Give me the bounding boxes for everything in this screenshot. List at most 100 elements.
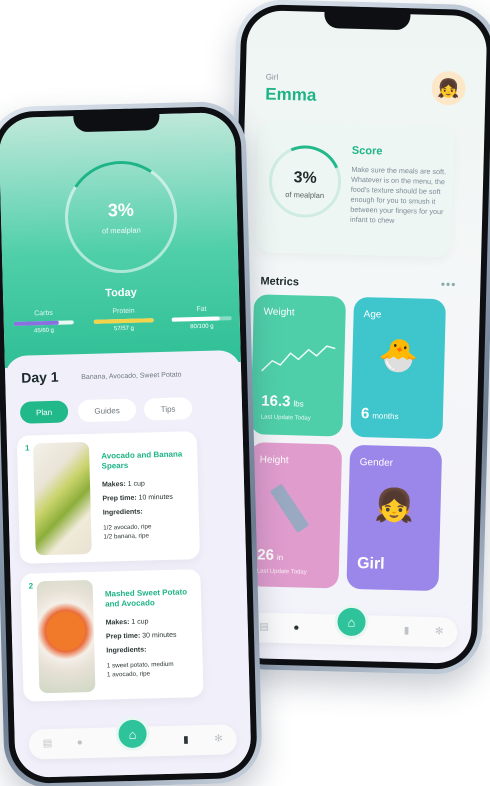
weight-update-prefix: Last Update	[260, 414, 294, 422]
home-icon[interactable]: ⌂	[334, 604, 369, 640]
weight-update-value: Today	[294, 415, 311, 422]
back-screen: Girl Emma 👧 3% of mealplan Score Make su…	[230, 9, 488, 665]
height-tile[interactable]: Height 26 in Last Update Today	[246, 442, 343, 589]
makes-row: Makes: 1 cup	[102, 480, 145, 488]
tab-guides[interactable]: Guides	[77, 398, 137, 423]
person-icon[interactable]: ●	[77, 737, 83, 748]
carbs-bar	[13, 320, 74, 326]
girl-face-icon[interactable]: 👧	[431, 70, 466, 106]
mealplan-ring: 3% of mealplan	[54, 150, 188, 284]
prep-row: Prep time: 30 minutes	[106, 632, 177, 641]
book-icon[interactable]: ▮	[404, 625, 410, 636]
user-type-label: Girl	[265, 72, 279, 82]
bottom-nav: ▤ ● ⌂ ▮ ✻	[244, 604, 458, 648]
age-tile[interactable]: Age 🐣 6 months	[350, 296, 447, 440]
user-name: Emma	[265, 84, 317, 105]
weight-unit: lbs	[293, 399, 304, 409]
fat-macro: Fat 80/100 g	[169, 305, 234, 331]
meal-card-2[interactable]: 2 Mashed Sweet Potato and Avocado Makes:…	[20, 569, 204, 702]
gender-tile[interactable]: Gender 👧 Girl	[346, 444, 443, 592]
gender-value: Girl	[356, 555, 385, 573]
makes-value: 1 cup	[127, 480, 145, 488]
tab-plan[interactable]: Plan	[19, 400, 69, 424]
chart-icon[interactable]: ▤	[259, 621, 269, 632]
front-screen: 3% of mealplan Today Carbs 45/60 g Prote…	[0, 112, 252, 778]
ingredients-heading: Ingredients:	[102, 508, 143, 517]
prep-value: 10 minutes	[138, 493, 173, 502]
prep-label: Prep time:	[105, 632, 141, 641]
meal-card-1[interactable]: 1 Avocado and Banana Spears Makes: 1 cup…	[16, 431, 201, 564]
more-options-icon[interactable]: •••	[441, 277, 457, 291]
girl-face-icon: 👧	[374, 486, 415, 524]
prep-value: 30 minutes	[142, 631, 177, 640]
carbs-value: 45/60 g	[33, 327, 55, 335]
person-icon[interactable]: ●	[293, 622, 299, 633]
book-icon[interactable]: ▮	[183, 734, 189, 745]
fat-value: 80/100 g	[190, 323, 214, 331]
today-label: Today	[105, 286, 137, 300]
back-phone: Girl Emma 👧 3% of mealplan Score Make su…	[219, 0, 490, 676]
gender-label: Gender	[359, 457, 394, 469]
protein-bar	[93, 318, 154, 324]
fat-bar-fill	[171, 316, 220, 322]
ingredients-heading: Ingredients:	[106, 646, 147, 655]
gear-icon[interactable]: ✻	[435, 626, 444, 637]
avocado-banana-photo	[32, 441, 92, 556]
score-title: Score	[351, 144, 383, 158]
bottom-nav: ▤ ● ⌂ ▮ ✻	[28, 716, 238, 760]
front-phone: 3% of mealplan Today Carbs 45/60 g Prote…	[0, 100, 263, 786]
chart-icon[interactable]: ▤	[43, 738, 53, 749]
meal-number: 1	[24, 443, 30, 453]
weight-updated: Last Update Today	[261, 414, 311, 421]
prep-label: Prep time:	[102, 494, 137, 503]
ingredient-item: 1/2 banana, ripe	[103, 532, 149, 541]
home-icon[interactable]: ⌂	[115, 716, 151, 752]
height-updated: Last Update Today	[257, 568, 307, 575]
gear-icon[interactable]: ✻	[214, 734, 223, 745]
carbs-macro: Carbs 45/60 g	[11, 309, 76, 335]
prep-row: Prep time: 10 minutes	[102, 494, 173, 503]
meal-number: 2	[28, 581, 34, 591]
app-mockup-stage: Girl Emma 👧 3% of mealplan Score Make su…	[0, 0, 490, 786]
protein-value: 57/57 g	[113, 325, 135, 333]
protein-macro: Protein 57/57 g	[91, 307, 156, 333]
front-phone-bezel: 3% of mealplan Today Carbs 45/60 g Prote…	[0, 105, 258, 785]
height-update-value: Today	[290, 569, 307, 576]
carbs-label: Carbs	[34, 309, 53, 318]
meal-title: Mashed Sweet Potato and Avocado	[104, 587, 188, 609]
score-ring: 3% of mealplan	[258, 134, 352, 229]
front-notch	[73, 107, 160, 133]
weight-label: Weight	[263, 306, 295, 319]
ingredient-item: 1 avocado, ripe	[106, 670, 151, 679]
day-title: Day 1	[20, 368, 59, 386]
fat-bar	[171, 316, 232, 322]
height-unit: in	[276, 552, 284, 563]
mealplan-percent: 3%	[107, 199, 135, 221]
makes-label: Makes:	[105, 618, 130, 627]
height-update-prefix: Last Update	[256, 568, 290, 576]
height-label: Height	[259, 454, 289, 467]
ingredients-label: Ingredients:	[106, 647, 146, 655]
weight-number: 16.3	[261, 392, 291, 411]
height-number: 26	[257, 546, 275, 564]
line-graph-icon	[261, 345, 336, 372]
age-number: 6	[360, 405, 370, 423]
age-unit: months	[372, 411, 399, 422]
age-value: 6 months	[361, 405, 399, 423]
back-phone-bezel: Girl Emma 👧 3% of mealplan Score Make su…	[224, 3, 490, 671]
score-subtitle: of mealplan	[285, 190, 325, 201]
protein-bar-fill	[93, 318, 154, 324]
progress-hero: 3% of mealplan Today Carbs 45/60 g Prote…	[0, 112, 241, 369]
carbs-bar-fill	[13, 320, 59, 326]
meal-title: Avocado and Banana Spears	[101, 449, 183, 471]
ingredients-label: Ingredients:	[103, 509, 143, 517]
makes-row: Makes: 1 cup	[106, 618, 149, 626]
weight-tile[interactable]: Weight 16.3 lbs Last Update Today	[250, 294, 347, 437]
metrics-title: Metrics	[260, 275, 300, 289]
weight-value: 16.3 lbs	[261, 392, 304, 410]
score-percent: 3%	[293, 169, 317, 187]
makes-value: 1 cup	[131, 618, 149, 626]
sweet-potato-photo	[36, 579, 96, 694]
tab-tips[interactable]: Tips	[143, 397, 193, 421]
fat-label: Fat	[196, 305, 207, 314]
